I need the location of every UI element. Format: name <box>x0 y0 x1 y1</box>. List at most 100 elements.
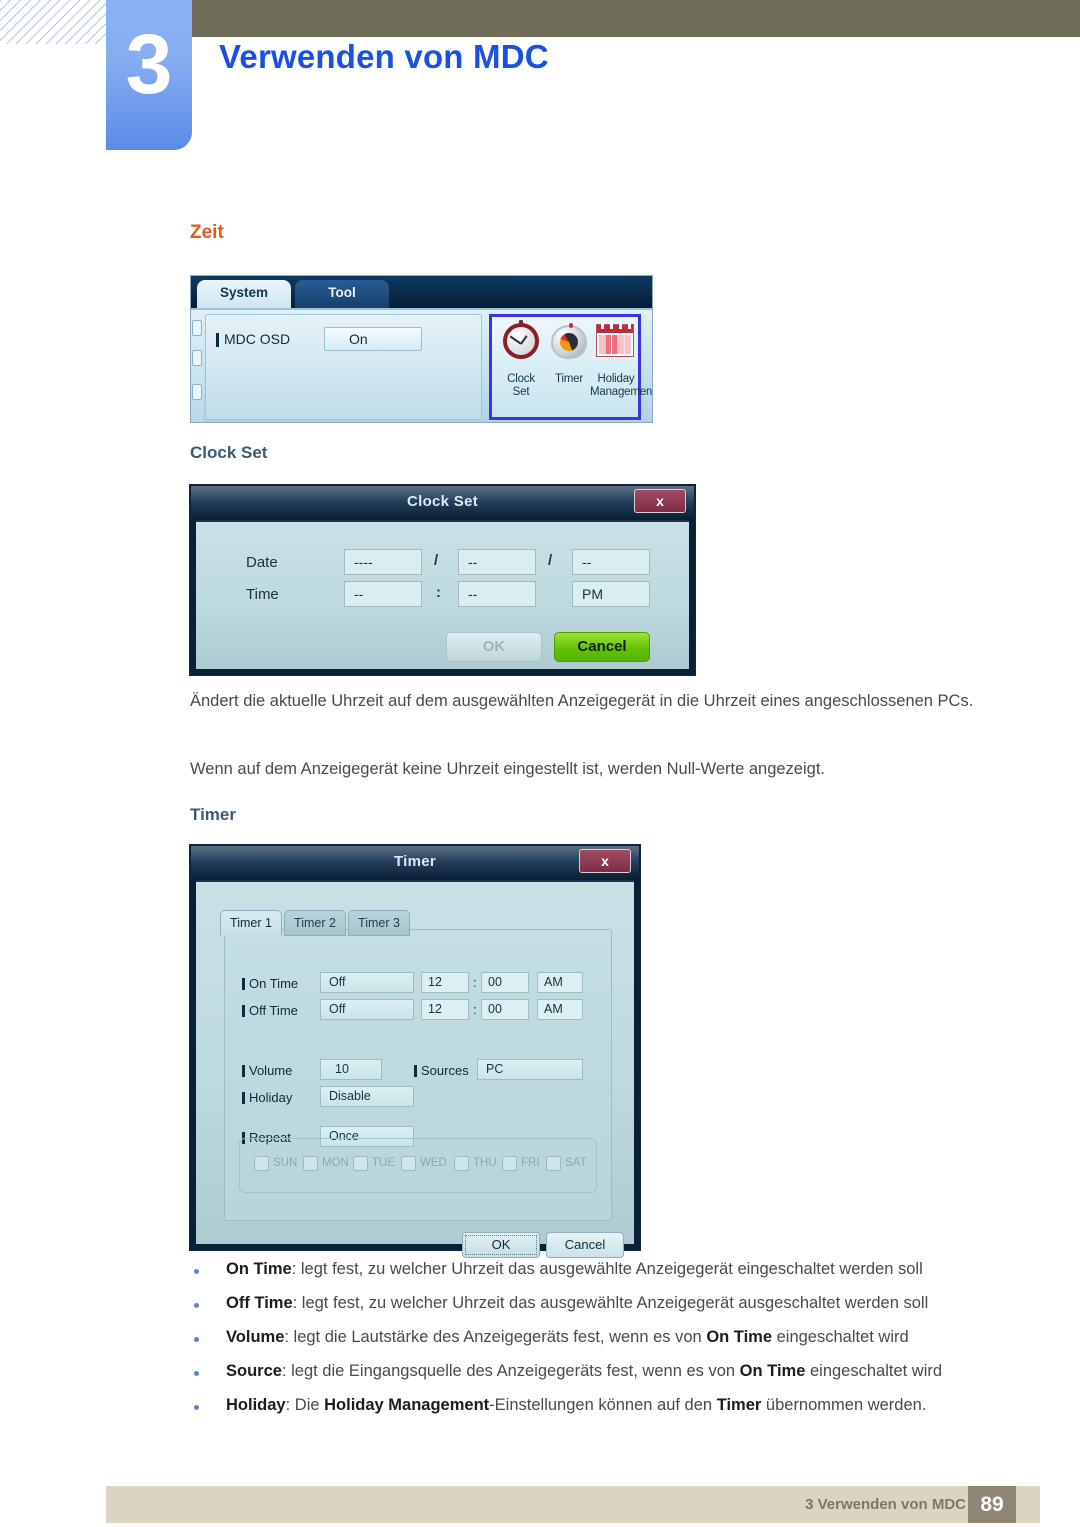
bullet-dot-icon <box>194 1405 199 1410</box>
sources-label: Sources <box>414 1063 469 1078</box>
list-item-text: Volume: legt die Lautstärke des Anzeigeg… <box>226 1328 909 1346</box>
clock-set-ok-button[interactable]: OK <box>446 632 542 662</box>
tab-tool[interactable]: Tool <box>295 280 389 308</box>
list-item: Source: legt die Eingangsquelle des Anze… <box>190 1360 1020 1394</box>
clock-set-dialog: Clock Set x Date Time ---- / -- / -- -- … <box>190 485 695 675</box>
date-month-spinner[interactable]: -- <box>458 549 536 575</box>
sub-heading-timer: Timer <box>190 805 236 824</box>
list-item-text: Off Time: legt fest, zu welcher Uhrzeit … <box>226 1294 929 1312</box>
holiday-select[interactable]: Disable <box>320 1086 414 1107</box>
checkbox-box <box>353 1156 368 1171</box>
bullet-dot-icon <box>194 1371 199 1376</box>
panel-left-edge <box>191 310 203 422</box>
off-time-label: Off Time <box>242 1003 298 1018</box>
on-time-hour-spinner[interactable]: 12 <box>421 972 469 993</box>
mdc-osd-select[interactable]: On <box>324 327 422 351</box>
clock-set-cancel-button[interactable]: Cancel <box>554 632 650 662</box>
date-separator-2: / <box>548 552 553 569</box>
on-time-mode-select[interactable]: Off <box>320 972 414 993</box>
off-time-meridiem-spinner[interactable]: AM <box>537 999 583 1020</box>
timer-dialog-body: Timer 1 Timer 2 Timer 3 On Time Off 12 :… <box>196 880 634 1258</box>
off-time-mode-select[interactable]: Off <box>320 999 414 1020</box>
list-item: Off Time: legt fest, zu welcher Uhrzeit … <box>190 1292 1020 1326</box>
holiday-label: Holiday <box>241 1090 293 1105</box>
page-number-badge: 89 <box>968 1486 1016 1523</box>
mdc-tab-strip: System Tool <box>191 276 652 308</box>
clock-set-dialog-title: Clock Set <box>406 493 479 510</box>
list-item-text: Source: legt die Eingangsquelle des Anze… <box>226 1362 943 1380</box>
list-item: Holiday: Die Holiday Management-Einstell… <box>190 1394 1020 1428</box>
bullet-dot-icon <box>194 1337 199 1342</box>
tab-timer-1[interactable]: Timer 1 <box>220 910 282 936</box>
time-hour-spinner[interactable]: -- <box>344 581 422 607</box>
volume-stepper[interactable]: 10 <box>320 1059 382 1080</box>
timer-options-list: On Time: legt fest, zu welcher Uhrzeit d… <box>190 1258 1020 1428</box>
tab-timer-3[interactable]: Timer 3 <box>348 910 410 936</box>
clock-set-title-bar: Clock Set x <box>191 486 694 520</box>
timer-settings-panel: On Time Off 12 : 00 AM Off Time Off 12 :… <box>224 929 612 1221</box>
checkbox-label: TUE <box>372 1157 395 1169</box>
date-day-spinner[interactable]: -- <box>572 549 650 575</box>
checkbox-box <box>454 1156 469 1171</box>
holiday-caption-1: Holiday <box>597 373 635 385</box>
checkbox-box <box>254 1156 269 1171</box>
mdc-osd-label: MDC OSD <box>215 331 291 347</box>
footer-text: 3 Verwenden von MDC <box>805 1496 966 1513</box>
timer-dialog: Timer x Timer 1 Timer 2 Timer 3 On Time … <box>190 845 640 1258</box>
date-separator-1: / <box>434 552 439 569</box>
paragraph-clock-set-2: Wenn auf dem Anzeigegerät keine Uhrzeit … <box>190 760 825 778</box>
off-time-hour-spinner[interactable]: 12 <box>421 999 469 1020</box>
on-time-minute-spinner[interactable]: 00 <box>481 972 529 993</box>
mdc-panel-body: MDC OSD On Clock Set Timer Holiday Manag… <box>191 308 653 422</box>
checkbox-box <box>546 1156 561 1171</box>
holiday-caption-2: Management <box>590 386 653 398</box>
bullet-dot-icon <box>194 1269 199 1274</box>
clock-set-dialog-body: Date Time ---- / -- / -- -- : -- PM OK C… <box>196 520 689 669</box>
timer-cancel-button[interactable]: Cancel <box>546 1232 624 1258</box>
time-label: Time <box>246 586 279 603</box>
checkbox-box <box>303 1156 318 1171</box>
sub-heading-clock-set: Clock Set <box>190 443 268 462</box>
holiday-management-button[interactable]: Holiday Management <box>590 321 653 417</box>
checkbox-label: WED <box>420 1157 447 1169</box>
close-icon[interactable]: x <box>579 849 631 873</box>
tab-timer-2[interactable]: Timer 2 <box>284 910 346 936</box>
clock-set-icon <box>496 320 546 373</box>
mdc-settings-panel-screenshot: System Tool MDC OSD On Clock Set Timer H… <box>190 275 653 423</box>
off-time-colon: : <box>473 1002 477 1017</box>
list-item: On Time: legt fest, zu welcher Uhrzeit d… <box>190 1258 1020 1292</box>
time-meridiem-spinner[interactable]: PM <box>572 581 650 607</box>
checkbox-box <box>401 1156 416 1171</box>
on-time-meridiem-spinner[interactable]: AM <box>537 972 583 993</box>
sources-select[interactable]: PC <box>477 1059 583 1080</box>
off-time-minute-spinner[interactable]: 00 <box>481 999 529 1020</box>
list-item-text: On Time: legt fest, zu welcher Uhrzeit d… <box>226 1260 923 1278</box>
timer-button[interactable]: Timer <box>544 321 594 417</box>
checkbox-label: THU <box>473 1157 497 1169</box>
timer-ok-button[interactable]: OK <box>462 1232 540 1258</box>
tab-system[interactable]: System <box>197 280 291 308</box>
checkbox-label: SUN <box>273 1157 298 1169</box>
date-year-spinner[interactable]: ---- <box>344 549 422 575</box>
section-heading-zeit: Zeit <box>190 222 224 243</box>
clock-set-button[interactable]: Clock Set <box>496 320 546 417</box>
volume-label: Volume <box>241 1063 293 1078</box>
time-minute-spinner[interactable]: -- <box>458 581 536 607</box>
page-content: Zeit System Tool MDC OSD On Clock Set Ti… <box>0 0 1080 1527</box>
timer-dialog-title: Timer <box>393 853 437 870</box>
date-label: Date <box>246 554 278 571</box>
on-time-colon: : <box>473 975 477 990</box>
on-time-label: On Time <box>241 976 299 991</box>
clock-set-caption-2: Set <box>512 386 530 398</box>
list-item-text: Holiday: Die Holiday Management-Einstell… <box>226 1396 927 1414</box>
checkbox-label: FRI <box>521 1157 540 1169</box>
timer-title-bar: Timer x <box>191 846 639 880</box>
timer-icon <box>544 321 594 373</box>
checkbox-box <box>502 1156 517 1171</box>
checkbox-label: MON <box>322 1157 349 1169</box>
time-separator: : <box>436 584 441 601</box>
page-number: 89 <box>980 1492 1004 1516</box>
close-icon[interactable]: x <box>634 489 686 513</box>
mdc-osd-group: MDC OSD On <box>205 314 482 420</box>
clock-set-caption-1: Clock <box>507 373 535 385</box>
